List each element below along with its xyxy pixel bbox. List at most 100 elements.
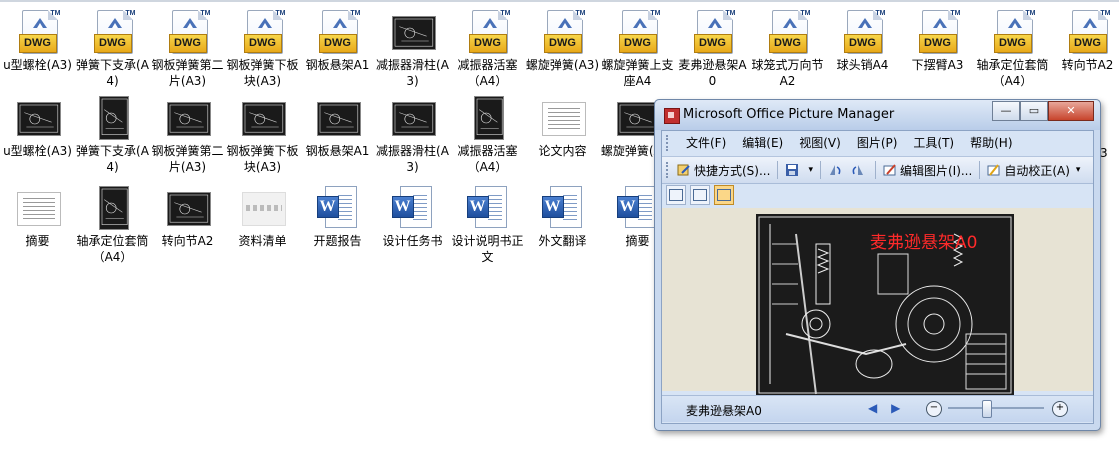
- file-item[interactable]: TM DWG 麦弗逊悬架A0: [675, 10, 750, 89]
- zoom-slider-track[interactable]: [948, 407, 1044, 409]
- file-item[interactable]: TM DWG 螺旋弹簧上支座A4: [600, 10, 675, 89]
- rotate-right-icon: [851, 163, 865, 177]
- file-item[interactable]: u型螺栓(A3): [0, 96, 75, 159]
- file-label: 外文翻译: [538, 234, 587, 248]
- save-icon: [785, 163, 799, 177]
- dwg-file-icon: TM DWG: [840, 10, 886, 54]
- dwg-logo-icon: [1082, 18, 1097, 28]
- menu-picture[interactable]: 图片(P): [849, 131, 906, 155]
- next-picture-button[interactable]: ▶: [891, 401, 900, 415]
- save-button[interactable]: [782, 159, 805, 181]
- menu-help[interactable]: 帮助(H): [962, 131, 1020, 155]
- file-item[interactable]: TM DWG 下摆臂A3: [900, 10, 975, 73]
- thumbnail-view-icon: [669, 189, 683, 201]
- auto-correct-label: 自动校正(A): [1004, 163, 1070, 178]
- file-item[interactable]: 减振器滑柱(A3): [375, 10, 450, 89]
- dwg-badge: DWG: [318, 34, 357, 53]
- file-item[interactable]: 钢板弹簧第二片(A3): [150, 96, 225, 175]
- dwg-logo-icon: [632, 18, 647, 28]
- menu-edit[interactable]: 编辑(E): [734, 131, 791, 155]
- thumbnail-view-button[interactable]: [666, 185, 686, 205]
- file-item[interactable]: 钢板悬架A1: [300, 96, 375, 159]
- file-item[interactable]: TM DWG 减振器活塞（A4）: [450, 10, 525, 89]
- view-mode-bar: [662, 183, 1093, 207]
- title-bar[interactable]: Microsoft Office Picture Manager — ▭ ✕: [655, 100, 1100, 130]
- file-item[interactable]: TM DWG 球头销A4: [825, 10, 900, 73]
- file-item[interactable]: W 设计说明书正文: [450, 186, 525, 265]
- shortcuts-button[interactable]: 快捷方式(S)...: [674, 159, 773, 181]
- dwg-file-icon: TM DWG: [15, 10, 61, 54]
- dwg-file-icon: TM DWG: [240, 10, 286, 54]
- file-item[interactable]: 减振器滑柱(A3): [375, 96, 450, 175]
- edit-picture-button[interactable]: 编辑图片(I)...: [880, 159, 975, 181]
- file-label: 转向节A2: [161, 234, 214, 248]
- single-picture-view-icon: [717, 189, 731, 201]
- minimize-button[interactable]: —: [992, 101, 1020, 121]
- zoom-out-button[interactable]: −: [926, 401, 942, 417]
- file-label: 减振器活塞（A4）: [457, 58, 518, 88]
- text-lines: [245, 205, 282, 211]
- partially-hidden-label: 3: [1100, 146, 1108, 160]
- file-item[interactable]: W 开题报告: [300, 186, 375, 249]
- file-item[interactable]: 资料清单: [225, 186, 300, 249]
- file-label: 麦弗逊悬架A0: [678, 58, 747, 88]
- file-item[interactable]: 钢板弹簧下板块(A3): [225, 96, 300, 175]
- trademark-mark: TM: [950, 10, 961, 17]
- drawing-thumbnail-icon: [90, 186, 136, 230]
- word-document-icon: W: [465, 186, 511, 230]
- file-item[interactable]: TM DWG 螺旋弹簧(A3): [525, 10, 600, 73]
- drawing-thumbnail-icon: [390, 10, 436, 54]
- picture-manager-window[interactable]: Microsoft Office Picture Manager — ▭ ✕ 文…: [654, 99, 1101, 431]
- rotate-right-button[interactable]: [848, 159, 871, 181]
- menu-grip-handle[interactable]: [666, 135, 678, 151]
- dwg-file-icon: TM DWG: [465, 10, 511, 54]
- file-item[interactable]: 轴承定位套筒（A4）: [75, 186, 150, 265]
- menu-file[interactable]: 文件(F): [678, 131, 734, 155]
- file-label: 球头销A4: [836, 58, 889, 72]
- file-item[interactable]: TM DWG 球笼式万向节A2: [750, 10, 825, 89]
- zoom-slider-thumb[interactable]: [982, 400, 993, 418]
- menu-tools[interactable]: 工具(T): [905, 131, 962, 155]
- rotate-left-button[interactable]: [825, 159, 848, 181]
- file-item[interactable]: TM DWG 轴承定位套筒（A4）: [975, 10, 1050, 89]
- dwg-logo-icon: [932, 18, 947, 28]
- toolbar-separator: [874, 161, 876, 179]
- file-item[interactable]: W 外文翻译: [525, 186, 600, 249]
- thumbnail-linework: [244, 104, 283, 133]
- menu-view[interactable]: 视图(V): [791, 131, 849, 155]
- toolbar-grip-handle[interactable]: [666, 162, 674, 178]
- file-item[interactable]: TM DWG 钢板悬架A1: [300, 10, 375, 73]
- file-item[interactable]: 减振器活塞（A4）: [450, 96, 525, 175]
- file-item[interactable]: W 设计任务书: [375, 186, 450, 249]
- file-item[interactable]: TM DWG 钢板弹簧下板块(A3): [225, 10, 300, 89]
- picture-navigation: ◀ ▶: [868, 401, 910, 415]
- file-item[interactable]: TM DWG 转向节A2: [1050, 10, 1119, 73]
- toolbar-overflow-button-2[interactable]: ▾: [1073, 159, 1084, 181]
- drawing-title: 麦弗逊悬架A0: [870, 233, 978, 253]
- file-item[interactable]: TM DWG u型螺栓(A3): [0, 10, 75, 73]
- dwg-badge: DWG: [618, 34, 657, 53]
- file-item[interactable]: 转向节A2: [150, 186, 225, 249]
- thumbnail-linework: [169, 194, 208, 223]
- file-item[interactable]: TM DWG 弹簧下支承(A4): [75, 10, 150, 89]
- dwg-logo-icon: [707, 18, 722, 28]
- file-label: 钢板弹簧下板块(A3): [226, 58, 299, 88]
- filmstrip-view-button[interactable]: [690, 185, 710, 205]
- drawing-thumbnail-icon: [165, 186, 211, 230]
- maximize-button[interactable]: ▭: [1020, 101, 1048, 121]
- file-item[interactable]: 论文内容: [525, 96, 600, 159]
- file-item[interactable]: 弹簧下支承(A4): [75, 96, 150, 175]
- dwg-badge: DWG: [93, 34, 132, 53]
- word-badge: W: [466, 196, 489, 218]
- auto-correct-icon: [987, 163, 1001, 177]
- zoom-in-button[interactable]: +: [1052, 401, 1068, 417]
- previous-picture-button[interactable]: ◀: [868, 401, 877, 415]
- dwg-file-icon: TM DWG: [990, 10, 1036, 54]
- file-item[interactable]: 摘要: [0, 186, 75, 249]
- auto-correct-button[interactable]: 自动校正(A): [984, 159, 1073, 181]
- toolbar-overflow-button[interactable]: ▾: [805, 159, 816, 181]
- text-lines: [637, 195, 652, 221]
- close-button[interactable]: ✕: [1048, 101, 1094, 121]
- single-picture-view-button[interactable]: [714, 185, 734, 205]
- file-item[interactable]: TM DWG 钢板弹簧第二片(A3): [150, 10, 225, 89]
